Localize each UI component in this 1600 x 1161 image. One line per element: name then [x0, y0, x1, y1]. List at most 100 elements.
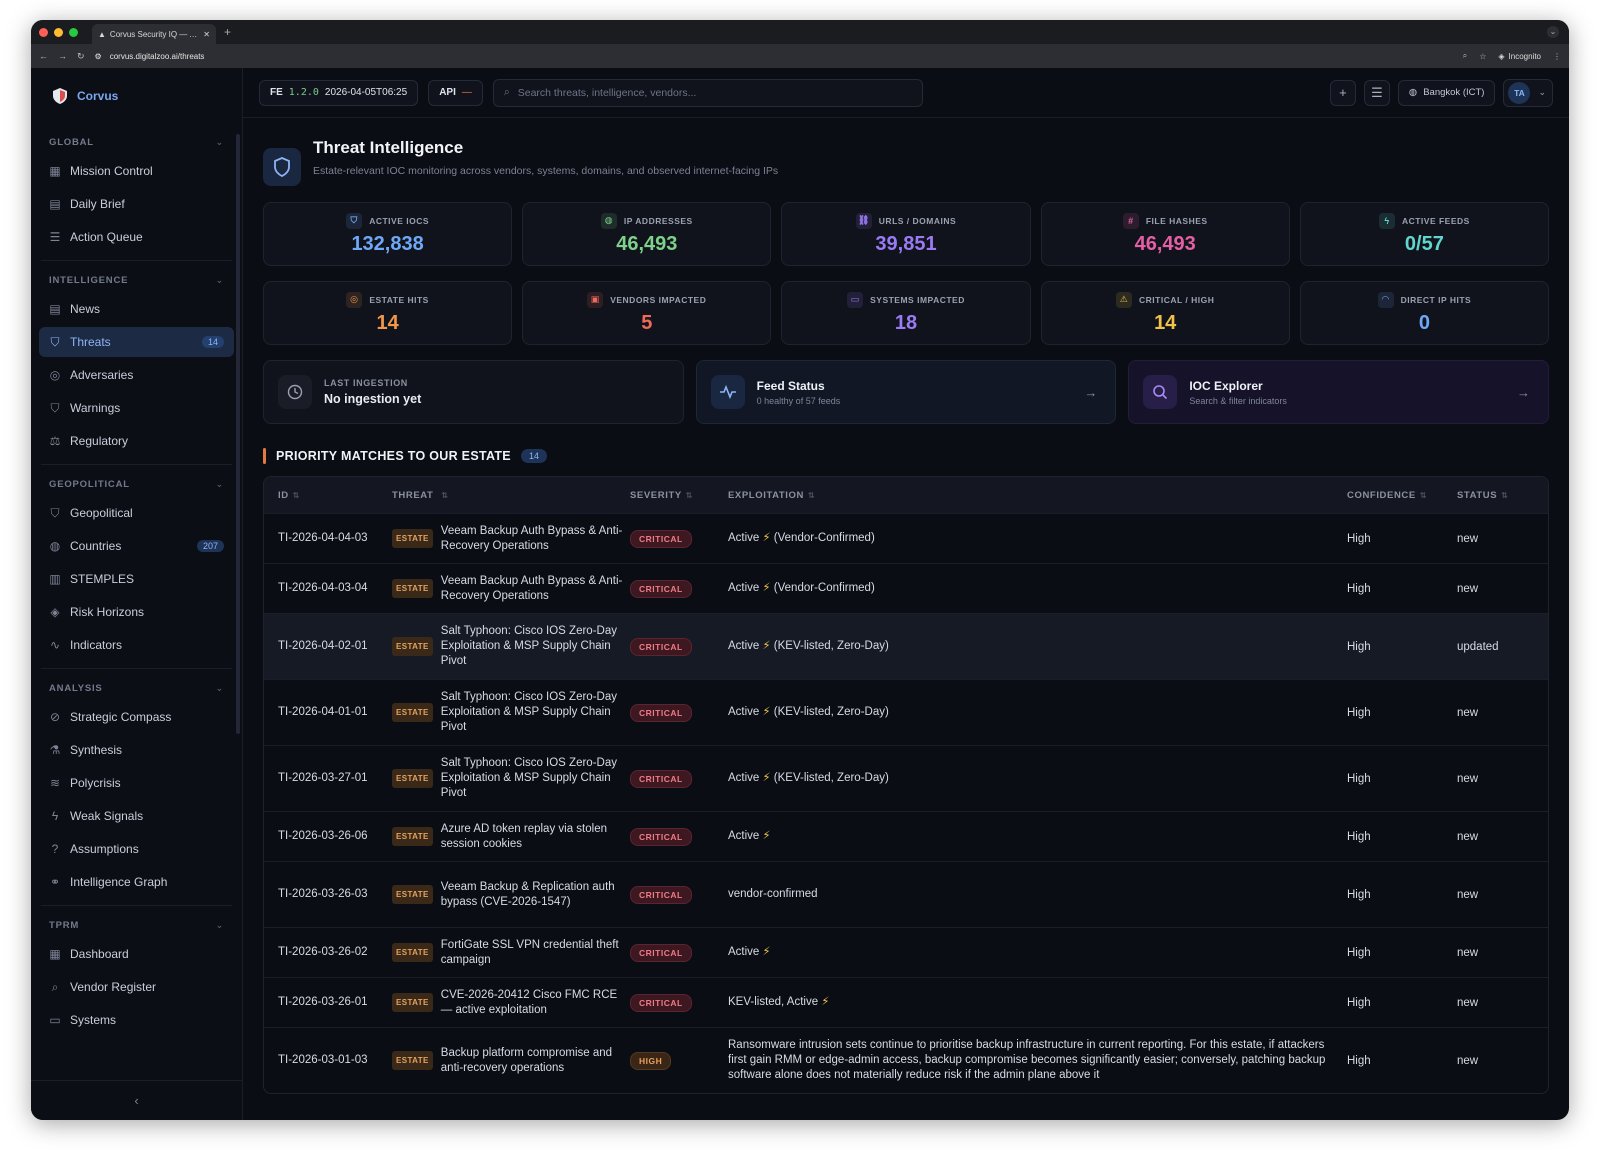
sidebar-item-indicators[interactable]: ∿ Indicators — [39, 630, 234, 660]
minimize-window-button[interactable] — [54, 27, 63, 37]
user-menu[interactable]: TA ⌄ — [1503, 78, 1553, 107]
table-row[interactable]: TI-2026-04-02-01 ESTATE Salt Typhoon: Cisc… — [264, 613, 1548, 679]
incognito-badge[interactable]: ◈ Incognito — [1498, 52, 1541, 61]
table-row[interactable]: TI-2026-03-26-06 ESTATE Azure AD token rep… — [264, 811, 1548, 861]
sidebar-item-label: Mission Control — [70, 164, 153, 178]
brand[interactable]: Corvus — [31, 68, 242, 123]
column-status[interactable]: STATUS ⇅ — [1457, 490, 1537, 501]
table-row[interactable]: TI-2026-03-27-01 ESTATE Salt Typhoon: Cisc… — [264, 745, 1548, 811]
stat-label: IP ADDRESSES — [623, 215, 693, 226]
sidebar-item-label: Adversaries — [70, 368, 134, 382]
sidebar-item-polycrisis[interactable]: ≋ Polycrisis — [39, 768, 234, 798]
tab-search-icon[interactable]: ⌄ — [1547, 26, 1559, 38]
sidebar-item-threats[interactable]: ⛉ Threats 14 — [39, 327, 234, 357]
zoom-icon[interactable]: ⌕ — [1463, 51, 1467, 61]
table-row[interactable]: TI-2026-03-26-01 ESTATE CVE-2026-20412 Cis… — [264, 977, 1548, 1027]
table-row[interactable]: TI-2026-03-26-03 ESTATE Veeam Backup & Rep… — [264, 861, 1548, 927]
api-status-chip[interactable]: API — — [428, 79, 483, 106]
site-info-icon[interactable]: ⚙ — [95, 52, 102, 61]
sidebar-item-assumptions[interactable]: ? Assumptions — [39, 834, 234, 864]
estate-tag: ESTATE — [392, 637, 433, 656]
section-header[interactable]: GLOBAL ⌄ — [39, 123, 234, 156]
sidebar-item-countries[interactable]: ◍ Countries 207 — [39, 531, 234, 561]
back-icon[interactable]: ← — [39, 51, 48, 61]
threat-name[interactable]: Salt Typhoon: Cisco IOS Zero-Day Exploit… — [441, 690, 630, 735]
sidebar-item-regulatory[interactable]: ⚖ Regulatory — [39, 426, 234, 456]
globe-icon: ◍ — [600, 212, 617, 229]
threat-name[interactable]: CVE-2026-20412 Cisco FMC RCE — active ex… — [441, 988, 630, 1018]
filters-button[interactable]: ☰ — [1363, 79, 1390, 106]
chevron-down-icon: ⌄ — [215, 683, 224, 693]
frontend-version-chip[interactable]: FE 1.2.0 2026-04-05T06:25 — [259, 79, 419, 106]
column-id[interactable]: ID ⇅ — [264, 488, 392, 503]
browser-tab[interactable]: ▲ Corvus Security IQ — AI-Pow... ✕ — [92, 24, 216, 44]
table-row[interactable]: TI-2026-04-04-03 ESTATE Veeam Backup Auth … — [264, 513, 1548, 563]
threat-name[interactable]: Salt Typhoon: Cisco IOS Zero-Day Exploit… — [441, 624, 630, 669]
stats-row-ioc: ⛉ ACTIVE IOCS 132,838 ◍ IP ADDRESSES 46,493 ⛓ U… — [263, 202, 1549, 266]
url-field[interactable]: corvus.digitalzoo.ai/threats — [110, 52, 205, 61]
sidebar-section-intelligence: INTELLIGENCE ⌄ ▤ News ⛉ Threats 14 ◎ Adversaries… — [31, 261, 242, 456]
sidebar-item-news[interactable]: ▤ News — [39, 294, 234, 324]
threat-id: TI-2026-04-03-04 — [278, 582, 368, 594]
sidebar-item-risk-horizons[interactable]: ◈ Risk Horizons — [39, 597, 234, 627]
table-row[interactable]: TI-2026-04-03-04 ESTATE Veeam Backup Auth … — [264, 563, 1548, 613]
threat-name[interactable]: Veeam Backup & Replication auth bypass (… — [441, 880, 630, 910]
column-threat[interactable]: THREAT ⇅ — [392, 488, 630, 503]
section-header[interactable]: ANALYSIS ⌄ — [39, 669, 234, 702]
tab-close-icon[interactable]: ✕ — [203, 30, 210, 39]
threat-name[interactable]: FortiGate SSL VPN credential theft campa… — [441, 938, 630, 968]
lightning-icon: ⚡ — [762, 582, 771, 594]
sidebar-item-dashboard[interactable]: ▦ Dashboard — [39, 939, 234, 969]
add-button[interactable]: + — [1329, 79, 1356, 106]
sidebar-item-mission-control[interactable]: ▦ Mission Control — [39, 156, 234, 186]
table-row[interactable]: TI-2026-03-26-02 ESTATE FortiGate SSL VPN … — [264, 927, 1548, 977]
timezone-selector[interactable]: ◍ Bangkok (ICT) — [1397, 79, 1496, 106]
threat-name[interactable]: Azure AD token replay via stolen session… — [441, 822, 630, 852]
reload-icon[interactable]: ↻ — [77, 51, 85, 62]
threat-name[interactable]: Salt Typhoon: Cisco IOS Zero-Day Exploit… — [441, 756, 630, 801]
ioc-explorer-card[interactable]: IOC Explorer Search & filter indicators … — [1128, 360, 1549, 424]
maximize-window-button[interactable] — [69, 27, 78, 37]
section-header[interactable]: GEOPOLITICAL ⌄ — [39, 465, 234, 498]
sidebar-item-strategic-compass[interactable]: ⊘ Strategic Compass — [39, 702, 234, 732]
last-ingestion-card: LAST INGESTION No ingestion yet — [263, 360, 684, 424]
threat-name[interactable]: Veeam Backup Auth Bypass & Anti-Recovery… — [441, 574, 630, 604]
sidebar-item-daily-brief[interactable]: ▤ Daily Brief — [39, 189, 234, 219]
search-input[interactable]: ⌕ Search threats, intelligence, vendors.… — [492, 78, 923, 107]
sidebar-item-synthesis[interactable]: ⚗ Synthesis — [39, 735, 234, 765]
table-row[interactable]: TI-2026-04-01-01 ESTATE Salt Typhoon: Cisc… — [264, 679, 1548, 745]
forward-icon[interactable]: → — [58, 51, 67, 61]
column-exploitation[interactable]: EXPLOITATION ⇅ — [728, 488, 1347, 503]
bookmark-star-icon[interactable]: ☆ — [1479, 52, 1486, 61]
column-confidence[interactable]: CONFIDENCE ⇅ — [1347, 490, 1457, 501]
sidebar-item-adversaries[interactable]: ◎ Adversaries — [39, 360, 234, 390]
threat-name[interactable]: Backup platform compromise and anti-reco… — [441, 1046, 630, 1076]
severity-badge: CRITICAL — [630, 769, 692, 788]
close-window-button[interactable] — [39, 27, 48, 37]
browser-menu-icon[interactable]: ⋮ — [1553, 52, 1561, 61]
sidebar-item-action-queue[interactable]: ☰ Action Queue — [39, 222, 234, 252]
stat-label: ACTIVE IOCS — [369, 215, 429, 226]
sidebar-item-weak-signals[interactable]: ϟ Weak Signals — [39, 801, 234, 831]
list-icon: ☰ — [49, 230, 61, 244]
new-tab-button[interactable]: + — [224, 25, 231, 39]
sidebar-scrollbar[interactable] — [236, 134, 240, 734]
threat-name[interactable]: Veeam Backup Auth Bypass & Anti-Recovery… — [441, 524, 630, 554]
section-header[interactable]: INTELLIGENCE ⌄ — [39, 261, 234, 294]
section-header[interactable]: TPRM ⌄ — [39, 906, 234, 939]
section-title: GEOPOLITICAL — [49, 479, 130, 490]
sidebar-item-systems[interactable]: ▭ Systems — [39, 1005, 234, 1035]
sidebar-item-geopolitical[interactable]: ⛉ Geopolitical — [39, 498, 234, 528]
table-row[interactable]: TI-2026-03-01-03 ESTATE Backup platform co… — [264, 1027, 1548, 1093]
sidebar-item-warnings[interactable]: ⛉ Warnings — [39, 393, 234, 423]
column-severity[interactable]: SEVERITY ⇅ — [630, 490, 728, 501]
threat-id: TI-2026-04-02-01 — [278, 640, 368, 652]
feed-status-card[interactable]: Feed Status 0 healthy of 57 feeds → — [695, 360, 1117, 424]
collapse-sidebar-button[interactable]: ‹ — [31, 1080, 242, 1120]
lightning-icon: ⚡ — [762, 706, 771, 718]
stat-value: 14 — [1154, 311, 1177, 334]
feed-status-title: Feed Status — [756, 378, 825, 393]
sidebar-item-stemples[interactable]: ▥ STEMPLES — [39, 564, 234, 594]
sidebar-item-intelligence-graph[interactable]: ⚭ Intelligence Graph — [39, 867, 234, 897]
sidebar-item-vendor-register[interactable]: ⌕ Vendor Register — [39, 972, 234, 1002]
